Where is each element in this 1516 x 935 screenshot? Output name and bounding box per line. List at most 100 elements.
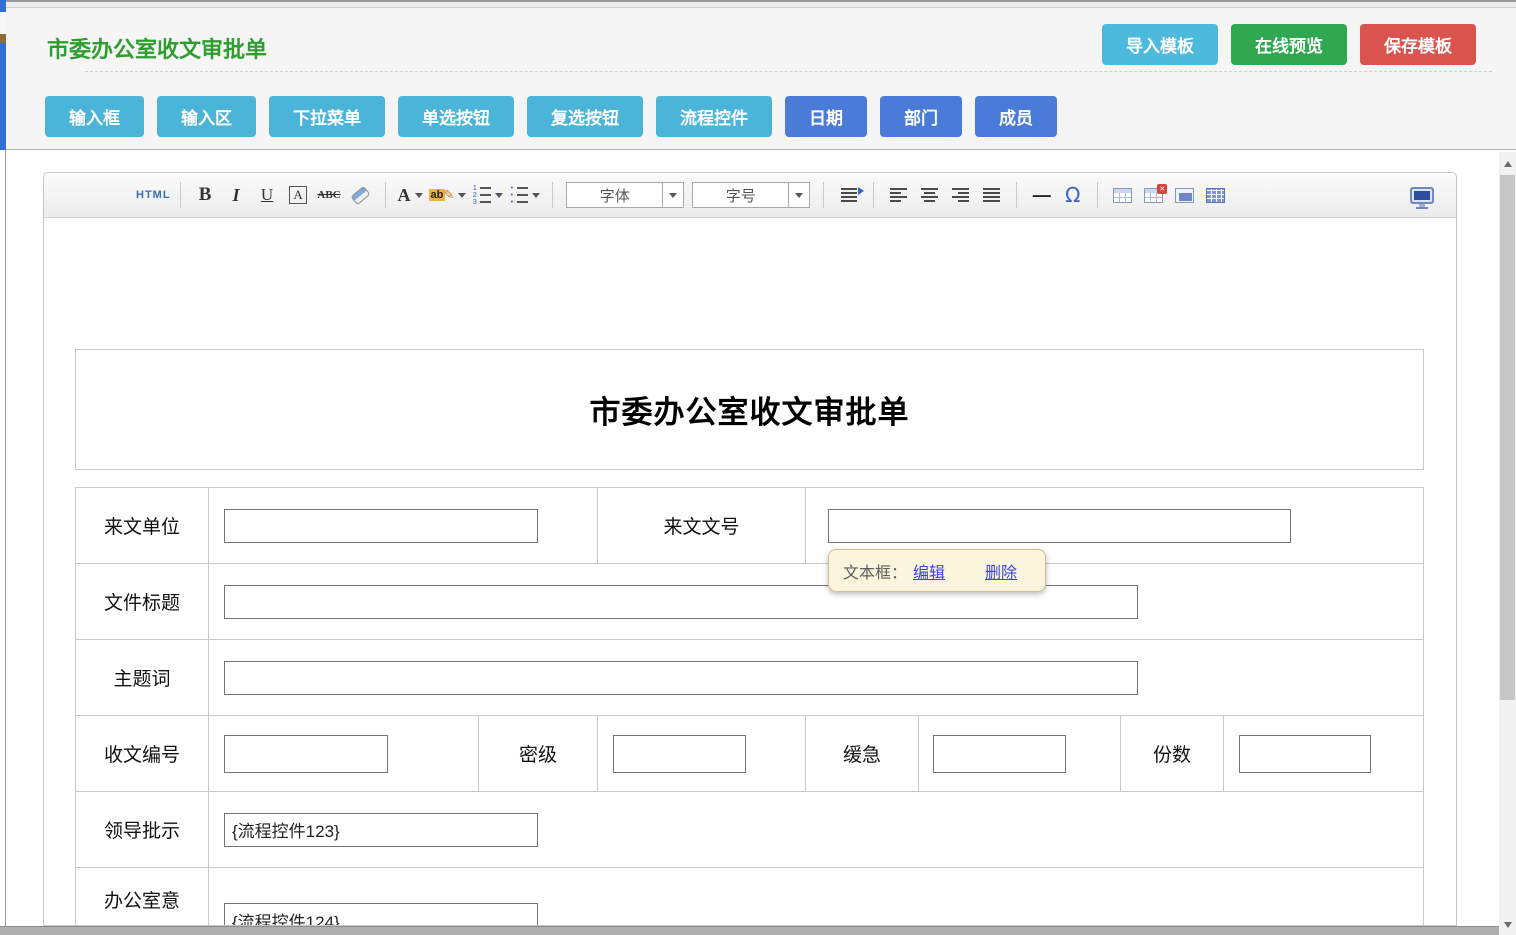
field-button-date[interactable]: 日期 bbox=[785, 96, 867, 137]
label-leader-instructions: 领导批示 bbox=[76, 792, 209, 867]
italic-button[interactable]: I bbox=[224, 181, 249, 209]
document-title: 市委办公室收文审批单 bbox=[590, 387, 910, 432]
vertical-scrollbar[interactable] bbox=[1499, 152, 1516, 935]
field-button-input-box[interactable]: 输入框 bbox=[45, 96, 144, 137]
table-row: 收文编号 密级 缓急 份数 bbox=[76, 716, 1423, 792]
align-center-button[interactable] bbox=[917, 181, 942, 209]
field-button-member[interactable]: 成员 bbox=[975, 96, 1057, 137]
special-character-button[interactable]: Ω bbox=[1060, 181, 1085, 209]
insert-table-button[interactable] bbox=[1110, 181, 1135, 209]
urgency-input[interactable] bbox=[933, 735, 1066, 773]
align-right-button[interactable] bbox=[948, 181, 973, 209]
chevron-down-icon bbox=[495, 193, 503, 198]
toolbar-separator bbox=[823, 182, 824, 208]
subject-words-input[interactable] bbox=[224, 661, 1138, 695]
table-row: 来文单位 来文文号 bbox=[76, 488, 1423, 564]
pencil-icon: ✎ bbox=[443, 187, 454, 203]
office-opinion-control[interactable]: {流程控件124} bbox=[224, 903, 538, 926]
save-template-button[interactable]: 保存模板 bbox=[1360, 24, 1476, 65]
field-button-department[interactable]: 部门 bbox=[880, 96, 962, 137]
arrow-up-icon bbox=[1504, 161, 1512, 167]
style-box-button[interactable]: A bbox=[289, 186, 306, 204]
table-cell bbox=[209, 716, 479, 791]
label-doc-number: 来文文号 bbox=[598, 488, 806, 563]
label-secrecy-level: 密级 bbox=[479, 716, 598, 791]
scrollbar-thumb[interactable] bbox=[1500, 175, 1515, 700]
unordered-list-icon bbox=[509, 186, 528, 205]
scroll-up-button[interactable] bbox=[1499, 155, 1516, 172]
ordered-list-icon bbox=[472, 186, 491, 205]
toolbar-separator bbox=[873, 182, 874, 208]
arrow-down-icon bbox=[1504, 922, 1512, 928]
table-row: 文件标题 bbox=[76, 564, 1423, 640]
receipt-number-input[interactable] bbox=[224, 735, 388, 773]
highlight-color-button[interactable]: ab✎ bbox=[429, 181, 467, 209]
form-table: 来文单位 来文文号 文件标题 主题词 bbox=[75, 487, 1424, 926]
copies-input[interactable] bbox=[1239, 735, 1371, 773]
table-row: 领导批示 {流程控件123} bbox=[76, 792, 1423, 868]
dashed-divider bbox=[85, 71, 1492, 72]
unordered-list-button[interactable] bbox=[509, 181, 540, 209]
align-justify-button[interactable] bbox=[979, 181, 1004, 209]
window-bottom-edge bbox=[0, 926, 1499, 935]
underline-button[interactable]: U bbox=[255, 181, 280, 209]
editor-content[interactable]: 市委办公室收文审批单 来文单位 来文文号 文件标题 主题词 bbox=[44, 218, 1456, 925]
table-row: 主题词 bbox=[76, 640, 1423, 716]
delete-table-button[interactable] bbox=[1141, 181, 1166, 209]
table-cell bbox=[919, 716, 1121, 791]
leader-instructions-control[interactable]: {流程控件123} bbox=[224, 813, 538, 847]
font-color-button[interactable]: A bbox=[398, 181, 423, 209]
table-properties-button[interactable] bbox=[1203, 181, 1228, 209]
toolbar-separator bbox=[552, 182, 553, 208]
label-subject-words: 主题词 bbox=[76, 640, 209, 715]
label-urgency: 缓急 bbox=[806, 716, 919, 791]
strikethrough-button[interactable]: ABC bbox=[317, 181, 342, 209]
align-justify-icon bbox=[983, 188, 1000, 202]
toolbar-separator bbox=[1097, 182, 1098, 208]
delete-link[interactable]: 删除 bbox=[985, 559, 1017, 583]
table-cell bbox=[209, 488, 598, 563]
field-button-radio[interactable]: 单选按钮 bbox=[398, 96, 514, 137]
scroll-down-button[interactable] bbox=[1499, 916, 1516, 933]
rich-text-editor: HTML B I U A ABC A ab✎ 字体 bbox=[43, 172, 1457, 926]
chevron-down-icon bbox=[532, 193, 540, 198]
table-cell: {流程控件123} bbox=[209, 792, 1425, 867]
header-actions: 导入模板 在线预览 保存模板 bbox=[1102, 24, 1476, 65]
edit-link[interactable]: 编辑 bbox=[913, 559, 945, 583]
label-office-opinion: 办公室意 bbox=[76, 868, 209, 926]
ordered-list-button[interactable] bbox=[472, 181, 503, 209]
table-cell-icon bbox=[1175, 188, 1194, 203]
doc-number-input[interactable] bbox=[828, 509, 1291, 543]
field-button-dropdown[interactable]: 下拉菜单 bbox=[269, 96, 385, 137]
align-left-button[interactable] bbox=[886, 181, 911, 209]
bold-button[interactable]: B bbox=[193, 181, 218, 209]
html-source-button[interactable]: HTML bbox=[136, 189, 171, 201]
indent-button[interactable] bbox=[836, 181, 861, 209]
window-top-edge bbox=[0, 0, 1516, 8]
table-cell bbox=[598, 716, 806, 791]
field-button-checkbox[interactable]: 复选按钮 bbox=[527, 96, 643, 137]
table-cell-button[interactable] bbox=[1172, 181, 1197, 209]
left-edge-line bbox=[5, 150, 6, 926]
horizontal-rule-button[interactable]: — bbox=[1029, 181, 1054, 209]
chevron-down-icon bbox=[415, 193, 423, 198]
tooltip-label: 文本框： bbox=[843, 559, 907, 583]
label-incoming-unit: 来文单位 bbox=[76, 488, 209, 563]
font-family-select[interactable]: 字体 bbox=[566, 182, 684, 208]
online-preview-button[interactable]: 在线预览 bbox=[1231, 24, 1347, 65]
secrecy-level-input[interactable] bbox=[613, 735, 746, 773]
field-button-textarea[interactable]: 输入区 bbox=[157, 96, 256, 137]
incoming-unit-input[interactable] bbox=[224, 509, 538, 543]
toolbar-separator bbox=[1016, 182, 1017, 208]
remove-format-button[interactable] bbox=[348, 181, 373, 209]
label-file-title: 文件标题 bbox=[76, 564, 209, 639]
align-center-icon bbox=[921, 188, 938, 202]
table-grid-icon bbox=[1206, 188, 1225, 203]
font-size-select[interactable]: 字号 bbox=[692, 182, 810, 208]
field-button-flow-control[interactable]: 流程控件 bbox=[656, 96, 772, 137]
document-title-box: 市委办公室收文审批单 bbox=[75, 349, 1424, 470]
fullscreen-button[interactable] bbox=[1410, 187, 1434, 204]
table-cell bbox=[209, 564, 1425, 639]
import-template-button[interactable]: 导入模板 bbox=[1102, 24, 1218, 65]
align-right-icon bbox=[952, 188, 969, 202]
